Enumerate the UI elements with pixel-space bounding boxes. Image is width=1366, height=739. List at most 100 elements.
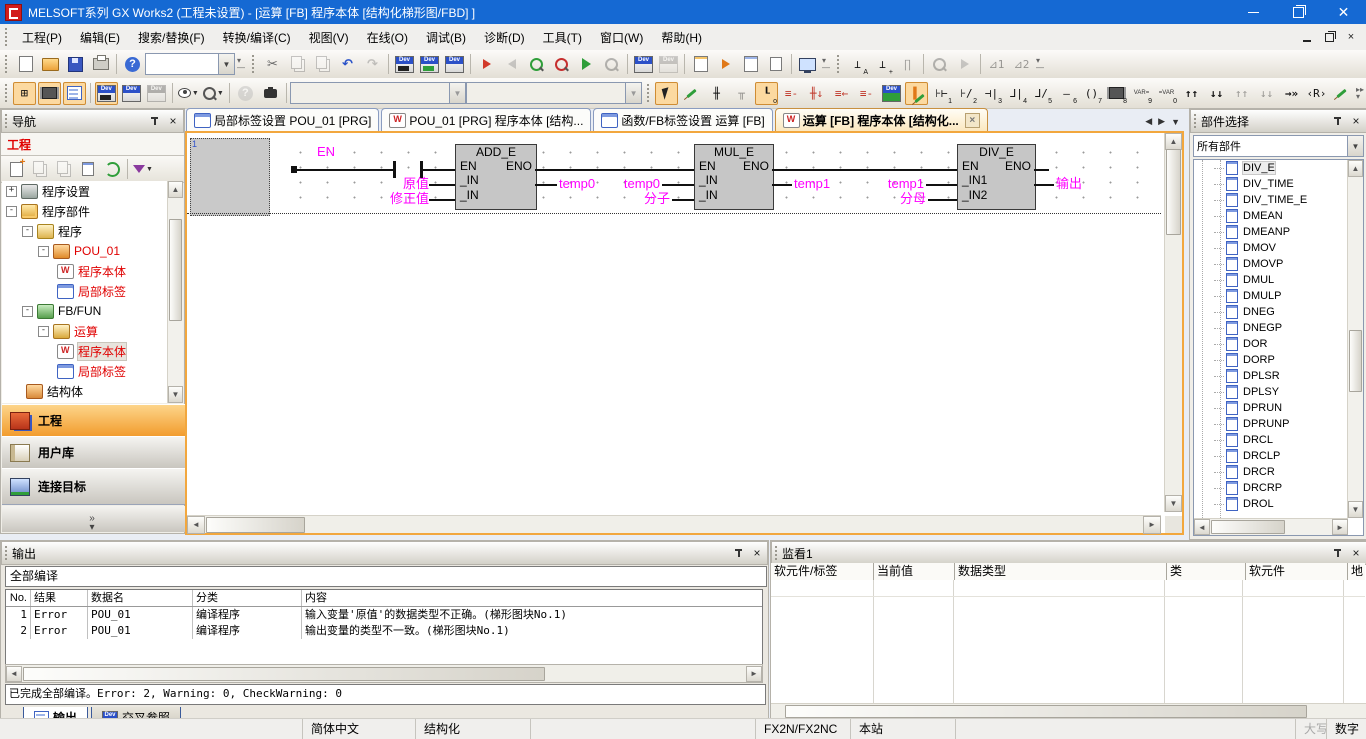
close-icon[interactable]: × <box>1350 115 1362 127</box>
fbd-block-mul-e[interactable]: MUL_E ENENO _IN _IN <box>694 144 774 210</box>
tree-item-program[interactable]: - 程序 <box>2 221 168 241</box>
signal-flow-down-icon[interactable]: ↓↓ <box>1205 82 1228 105</box>
insert-row-icon[interactable]: ≡- <box>780 82 803 105</box>
device-find-icon[interactable]: ▼ <box>202 82 225 105</box>
refresh-icon[interactable] <box>101 158 123 180</box>
fbd-block-add-e[interactable]: ADD_E ENENO _IN _IN <box>455 144 537 210</box>
parts-item[interactable]: DRCRP <box>1194 480 1363 496</box>
collapse-icon[interactable]: - <box>38 246 49 257</box>
expand-icon[interactable]: + <box>6 186 17 197</box>
parts-item[interactable]: DIV_E <box>1194 160 1363 176</box>
parts-item[interactable]: DOR <box>1194 336 1363 352</box>
close-contact-icon[interactable]: ⊦/2 <box>955 82 978 105</box>
collapse-icon[interactable]: - <box>38 326 49 337</box>
mdi-close-button[interactable]: × <box>1344 31 1358 44</box>
pin-icon[interactable] <box>1332 547 1344 559</box>
parts-item[interactable]: DMEANP <box>1194 224 1363 240</box>
menu-help[interactable]: 帮助(H) <box>652 26 711 49</box>
simulation-icon[interactable] <box>796 53 819 76</box>
parts-item[interactable]: DMOVP <box>1194 256 1363 272</box>
statement-icon[interactable] <box>714 53 737 76</box>
property-icon[interactable] <box>77 158 99 180</box>
parallel-close-contact-icon[interactable]: ⅃/5 <box>1030 82 1053 105</box>
signal-down-gray-icon[interactable]: ↓↓ <box>1255 82 1278 105</box>
mdi-restore-button[interactable] <box>1322 31 1336 44</box>
tab-close-icon[interactable]: × <box>965 113 980 128</box>
read-from-plc-icon[interactable] <box>418 53 441 76</box>
editor-vertical-scrollbar[interactable]: ▲ ▼ <box>1164 133 1182 512</box>
minimize-button[interactable] <box>1231 0 1276 24</box>
pin-icon[interactable] <box>149 115 161 127</box>
cut-icon[interactable]: ✂ <box>261 53 284 76</box>
monitor-start-watch-icon[interactable] <box>525 53 548 76</box>
tab-scroll-left-icon[interactable]: ◀ <box>1145 116 1152 127</box>
tab-local-label-pou01[interactable]: 局部标签设置 POU_01 [PRG] <box>186 108 379 132</box>
horizontal-line-icon[interactable]: —6 <box>1055 82 1078 105</box>
tree-item-yunsuan-local-label[interactable]: 局部标签 <box>2 361 168 381</box>
editor-horizontal-scrollbar[interactable]: ◄ ► <box>187 515 1161 533</box>
parts-item[interactable]: DPLSY <box>1194 384 1363 400</box>
collapse-icon[interactable]: - <box>22 306 33 317</box>
nav-button-user-library[interactable]: 用户库 <box>2 436 190 469</box>
collapse-icon[interactable]: - <box>6 206 17 217</box>
tab-yunsuan-body-active[interactable]: 运算 [FB] 程序本体 [结构化... × <box>775 108 988 132</box>
rung-header-box[interactable]: 1 <box>190 138 270 216</box>
output-horizontal-scrollbar[interactable]: ◄ ► <box>5 664 763 683</box>
device-registration-icon[interactable] <box>120 82 143 105</box>
tree-item-program-setting[interactable]: + 程序设置 <box>2 181 168 201</box>
close-icon[interactable]: × <box>751 547 763 559</box>
menu-compile[interactable]: 转换/编译(C) <box>214 26 300 49</box>
error-row[interactable]: 2 Error POU_01 编译程序 输出变量的类型不一致。(梯形图块No.1… <box>6 623 762 639</box>
restore-button[interactable] <box>1276 0 1321 24</box>
tree-item-yunsuan[interactable]: - 运算 <box>2 321 168 341</box>
fbd-canvas[interactable]: 1 EN ADD_E ENENO _IN _IN 原值 修正值 temp0 <box>187 133 1161 512</box>
delete-row-icon[interactable]: ≡← <box>830 82 853 105</box>
contact-en-label[interactable]: EN <box>317 145 335 159</box>
fbd-block-div-e[interactable]: DIV_E ENENO _IN1 _IN2 <box>957 144 1036 210</box>
forced-input-icon[interactable]: ⊥+ <box>871 53 894 76</box>
step-run-icon[interactable] <box>928 53 951 76</box>
device-test-icon[interactable]: ⊥A <box>846 53 869 76</box>
guided-edit-icon[interactable]: ╫ <box>705 82 728 105</box>
parallel-contact-icon[interactable]: ⅃|4 <box>1005 82 1028 105</box>
close-icon[interactable]: × <box>1350 547 1362 559</box>
close-icon[interactable]: × <box>167 115 179 127</box>
element-selection-window-icon[interactable] <box>38 82 61 105</box>
close-button[interactable]: ✕ <box>1321 0 1366 24</box>
parts-item[interactable]: DMUL <box>1194 272 1363 288</box>
parts-item[interactable]: DPRUNP <box>1194 416 1363 432</box>
menu-tool[interactable]: 工具(T) <box>534 26 591 49</box>
new-data-icon[interactable] <box>5 158 27 180</box>
menu-window[interactable]: 窗口(W) <box>591 26 652 49</box>
tree-item-pou01-local-label[interactable]: 局部标签 <box>2 281 168 301</box>
redo-icon[interactable]: ↷ <box>361 53 384 76</box>
open-project-icon[interactable] <box>39 53 62 76</box>
menu-view[interactable]: 视图(V) <box>300 26 358 49</box>
tree-item-fbfun[interactable]: - FB/FUN <box>2 301 168 321</box>
parts-item[interactable]: DPLSR <box>1194 368 1363 384</box>
insert-column-icon[interactable]: ╫↓ <box>805 82 828 105</box>
input-var-label[interactable]: 修正值 <box>353 192 429 206</box>
window-display-icon[interactable] <box>764 53 787 76</box>
nav-button-project[interactable]: 工程 <box>2 404 190 437</box>
select-mode-icon[interactable] <box>655 82 678 105</box>
monitor-start-icon[interactable] <box>575 53 598 76</box>
device-registration-monitor-icon[interactable] <box>657 53 680 76</box>
input-label-icon[interactable]: VAR=9 <box>1130 82 1153 105</box>
fb-paste-icon[interactable] <box>880 82 903 105</box>
guided-line-icon[interactable]: ╥ <box>730 82 753 105</box>
watch-horizontal-scrollbar[interactable] <box>771 703 1366 719</box>
nav-button-connection[interactable]: 连接目标 <box>2 468 190 505</box>
mdi-minimize-button[interactable] <box>1300 31 1314 44</box>
find-binoculars-icon[interactable] <box>259 82 282 105</box>
coil-icon[interactable]: ⊣|3 <box>980 82 1003 105</box>
copy-data-icon[interactable] <box>29 158 51 180</box>
parts-horizontal-scrollbar[interactable]: ◄ ► <box>1194 518 1348 535</box>
monitor-stop-icon[interactable] <box>600 53 623 76</box>
monitor-stop-watch-icon[interactable] <box>550 53 573 76</box>
project-data-combo[interactable]: ▼ <box>145 53 235 75</box>
watch-grid[interactable] <box>771 580 1365 704</box>
comment-edit-icon[interactable]: ▌ <box>905 82 928 105</box>
input-var-label[interactable]: 分母 <box>874 192 926 206</box>
find-range-combo[interactable]: ▼ <box>466 82 642 104</box>
